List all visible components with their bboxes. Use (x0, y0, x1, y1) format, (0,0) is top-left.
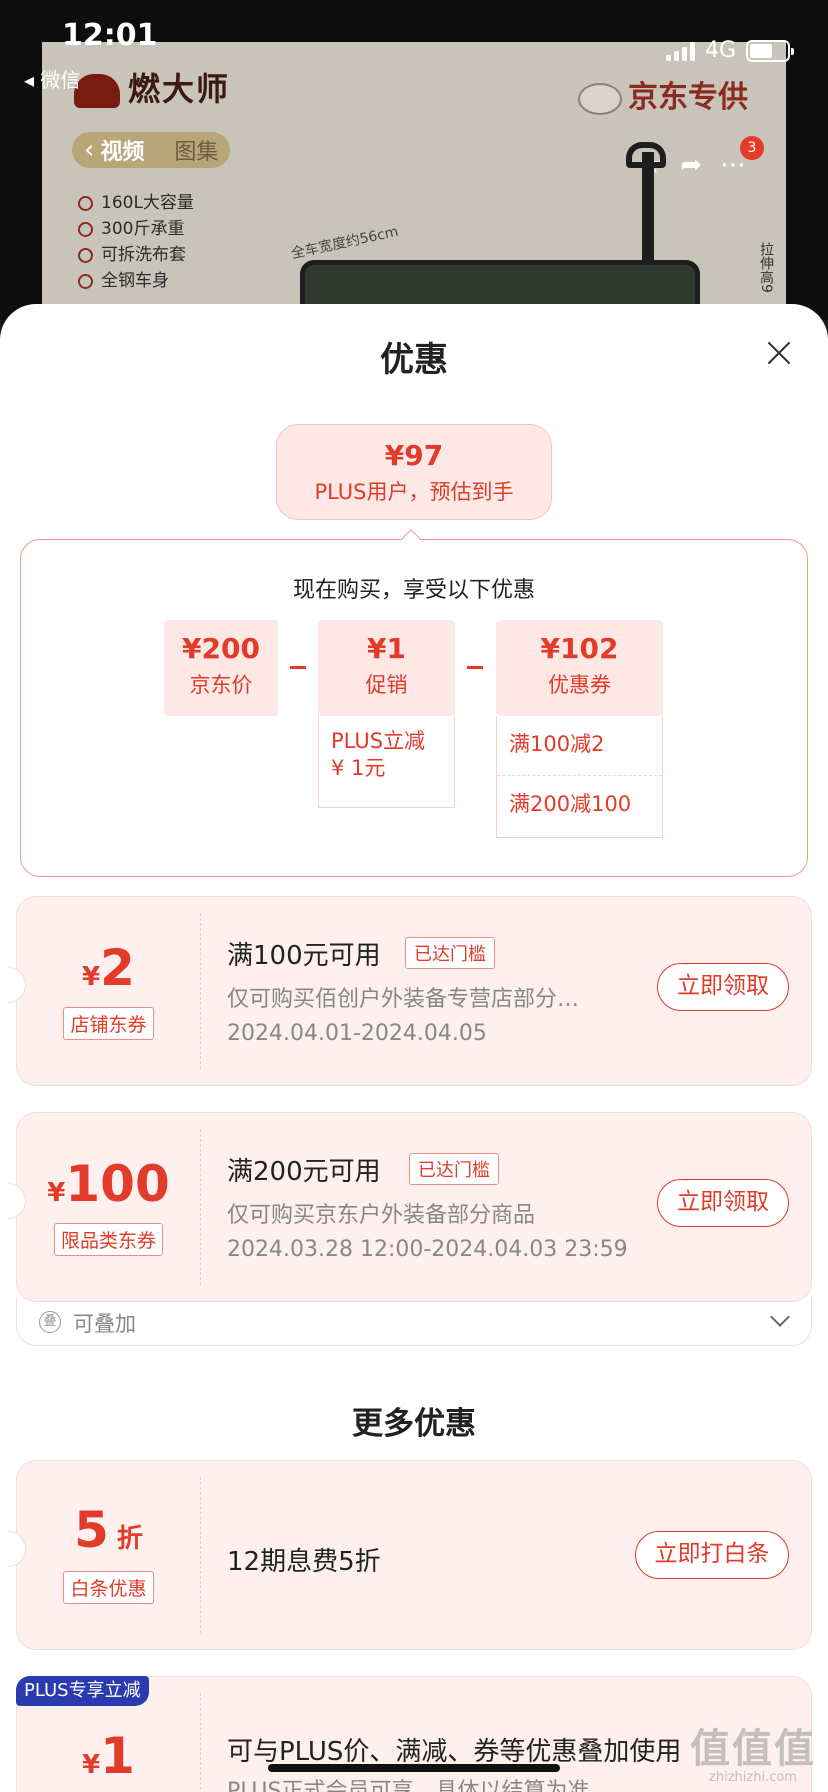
feature-item: 300斤承重 (78, 216, 194, 242)
coupon-total-box: ¥102 优惠券 (496, 620, 663, 716)
coupon-rule: 满100减2 (497, 716, 662, 776)
minus-sign (467, 666, 483, 669)
brand-logo: 燃大师 (74, 64, 230, 110)
site-watermark: 值值值 zhizhizhi.com (690, 1726, 816, 1785)
coupon-rule: 满200减100 (509, 792, 632, 816)
back-arrow-icon: ‹ (84, 135, 95, 165)
coupon-divider (200, 1477, 201, 1633)
coupon-amount: ¥2 (82, 939, 135, 997)
estimated-price-label: PLUS用户，预估到手 (314, 480, 514, 504)
coupon-card: ¥2 店铺东券 满100元可用 已达门槛 仅可购买佰创户外装备专营店部分… 20… (8, 896, 812, 1086)
breakdown-title: 现在购买，享受以下优惠 (292, 578, 535, 603)
discount-sheet: 优惠 ¥97 PLUS用户，预估到手 现在购买，享受以下优惠 ¥200 京东价 … (0, 304, 828, 1792)
height-note: 拉伸高9 (758, 242, 774, 293)
coupon-title: 满100元可用 (227, 941, 381, 971)
claim-button[interactable]: 立即领取 (657, 963, 789, 1011)
coupon-desc: 仅可购买佰创户外装备专营店部分… (227, 987, 580, 1012)
cart-badge: 3 (740, 136, 764, 160)
estimated-price-value: ¥97 (384, 439, 444, 472)
stack-icon: 叠 (39, 1311, 61, 1333)
stackable-label: 可叠加 (73, 1312, 136, 1336)
sheet-title: 优惠 (380, 340, 448, 380)
background-product-page: 燃大师 京东专供 ‹ 视频 图集 ☆ ➦ ⋯3 160L大容量 300斤承重 可… (0, 0, 828, 320)
jd-dog-icon (578, 82, 622, 115)
back-to-app[interactable]: ◂ 微信 (24, 64, 80, 93)
check-circle-icon (78, 195, 93, 211)
more-offers-title: 更多优惠 (352, 1406, 476, 1442)
feature-list: 160L大容量 300斤承重 可拆洗布套 全钢车身 (78, 190, 194, 294)
check-circle-icon (78, 221, 93, 237)
feature-item: 160L大容量 (78, 190, 194, 216)
chevron-down-icon (770, 1307, 790, 1327)
status-time: 12:01 (62, 18, 158, 53)
home-indicator[interactable] (268, 1764, 560, 1772)
promo-box: ¥1 促销 (318, 620, 455, 716)
coupon-total-value: ¥102 (540, 632, 619, 665)
coupon-card: ¥100 限品类东券 满200元可用 已达门槛 仅可购买京东户外装备部分商品 2… (8, 1112, 812, 1302)
baitiao-discount: 5折 (74, 1501, 143, 1559)
close-icon[interactable] (766, 340, 792, 366)
width-note: 全车宽度约56cm (289, 223, 400, 263)
network-type: 4G (704, 38, 736, 63)
coupon-title: 满200元可用 (227, 1157, 381, 1187)
claim-button[interactable]: 立即领取 (657, 1179, 789, 1227)
check-circle-icon (78, 273, 93, 289)
baitiao-type: 白条优惠 (17, 1571, 200, 1604)
threshold-badge: 已达门槛 (409, 1153, 499, 1185)
more-icon: ⋯ 3 (720, 136, 764, 180)
use-baitiao-button[interactable]: 立即打白条 (635, 1531, 789, 1579)
coupon-desc: 仅可购买京东户外装备部分商品 (227, 1203, 536, 1228)
stackable-toggle[interactable]: 叠 可叠加 (16, 1298, 812, 1346)
share-icon: ➦ (680, 150, 702, 180)
baitiao-title: 12期息费5折 (227, 1547, 381, 1577)
coupon-type: 店铺东券 (17, 1007, 200, 1040)
plus-offer-title: 可与PLUS价、满减、券等优惠叠加使用 (227, 1737, 682, 1767)
plus-exclusive-tag: PLUS专享立减 (16, 1676, 149, 1706)
coupon-type: 限品类东券 (17, 1223, 200, 1256)
minus-sign (290, 666, 306, 669)
status-indicators: 4G (665, 38, 794, 63)
coupon-divider (200, 1129, 201, 1285)
flame-icon (74, 74, 120, 108)
jd-price-value: ¥200 (182, 632, 260, 665)
signal-icon (665, 41, 695, 61)
feature-item: 可拆洗布套 (78, 242, 194, 268)
coupon-divider (200, 913, 201, 1069)
tab-video: 视频 (100, 140, 145, 165)
threshold-badge: 已达门槛 (405, 937, 495, 969)
tab-gallery: 图集 (174, 140, 219, 165)
check-circle-icon (78, 247, 93, 263)
promo-detail: PLUS立减 ¥ 1元 (318, 716, 455, 808)
coupon-rules: 满100减2 满200减100 (496, 716, 663, 838)
product-image: 燃大师 京东专供 ‹ 视频 图集 ☆ ➦ ⋯3 160L大容量 300斤承重 可… (42, 42, 786, 320)
coupon-dates: 2024.04.01-2024.04.05 (227, 1021, 487, 1046)
coupon-divider (200, 1693, 201, 1792)
feature-item: 全钢车身 (78, 268, 194, 294)
plus-offer-amount: ¥1 (82, 1727, 135, 1785)
jd-price-label: 京东价 (189, 673, 253, 697)
store-label: 京东专供 (578, 72, 748, 116)
promo-label: 促销 (365, 673, 408, 697)
coupon-amount: ¥100 (47, 1155, 170, 1213)
coupon-dates: 2024.03.28 12:00-2024.04.03 23:59 (227, 1237, 628, 1262)
jd-price-box: ¥200 京东价 (164, 620, 278, 716)
plus-offer-subtitle: PLUS正式会员可享，具体以结算为准 (227, 1779, 590, 1792)
battery-icon (746, 39, 794, 62)
media-tabs: ‹ 视频 图集 (72, 132, 231, 168)
baitiao-card: 5折 白条优惠 12期息费5折 立即打白条 (8, 1460, 812, 1650)
estimated-price: ¥97 PLUS用户，预估到手 (276, 424, 552, 520)
coupon-total-label: 优惠券 (548, 673, 611, 697)
promo-value: ¥1 (367, 632, 406, 665)
